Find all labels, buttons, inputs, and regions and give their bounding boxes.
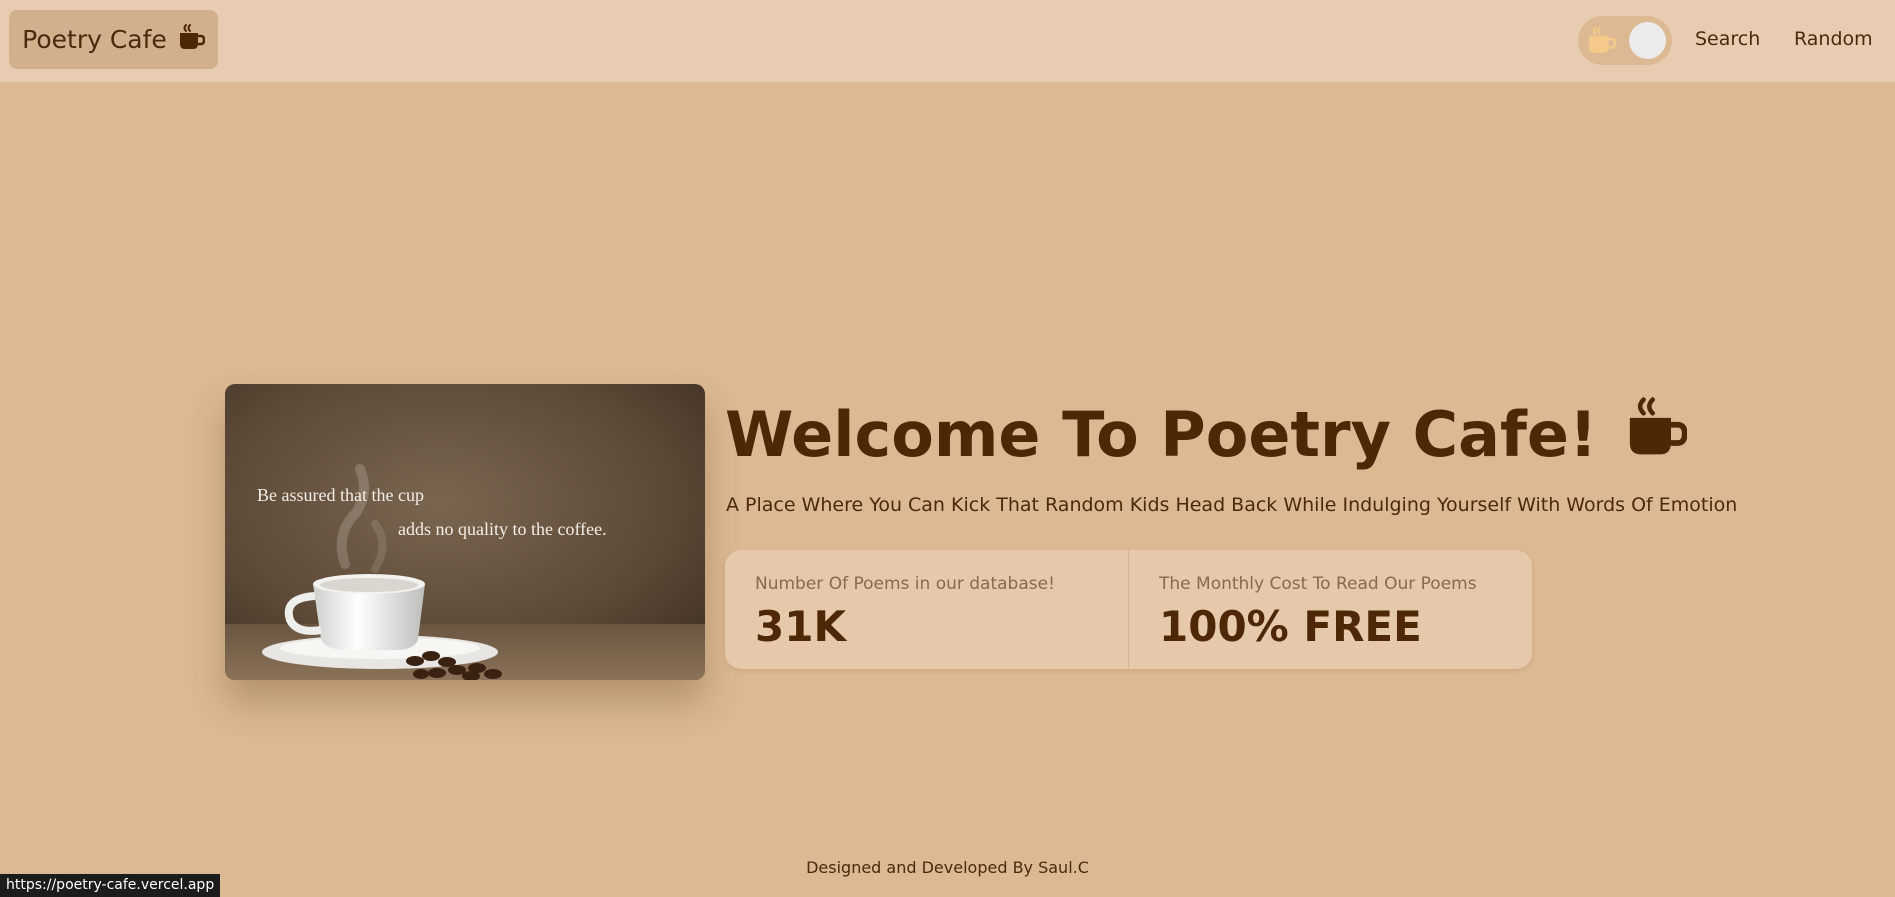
coffee-icon <box>1623 395 1688 474</box>
footer-credit: Designed and Developed By Saul.C <box>806 858 1089 877</box>
hero-image-quote-line-2: adds no quality to the coffee. <box>398 519 607 539</box>
stat-label: Number Of Poems in our database! <box>755 574 1055 594</box>
coffee-icon <box>1586 25 1617 59</box>
toggle-knob[interactable] <box>1629 22 1666 59</box>
page-title: Welcome To Poetry Cafe! <box>725 398 1598 471</box>
stat-value: 31K <box>755 602 846 651</box>
stat-value: 100% FREE <box>1159 602 1422 651</box>
coffee-icon <box>177 23 206 57</box>
nav-link-random[interactable]: Random <box>1794 28 1873 50</box>
status-bar-url: https://poetry-cafe.vercel.app <box>0 874 221 897</box>
brand-link[interactable]: Poetry Cafe <box>9 10 218 69</box>
theme-toggle[interactable] <box>1578 16 1672 65</box>
stat-poem-count: Number Of Poems in our database! 31K <box>725 550 1128 669</box>
stats-card: Number Of Poems in our database! 31K The… <box>725 550 1532 669</box>
nav-link-search[interactable]: Search <box>1695 28 1760 50</box>
stat-label: The Monthly Cost To Read Our Poems <box>1159 574 1477 594</box>
stat-monthly-cost: The Monthly Cost To Read Our Poems 100% … <box>1128 550 1532 669</box>
navbar: Poetry Cafe Search Random <box>0 0 1895 82</box>
hero-title-row: Welcome To Poetry Cafe! <box>725 395 1688 474</box>
hero-image: Be assured that the cup adds no quality … <box>225 384 705 680</box>
hero-image-quote-line-1: Be assured that the cup <box>257 485 424 505</box>
hero-subtitle: A Place Where You Can Kick That Random K… <box>726 494 1738 516</box>
brand-title: Poetry Cafe <box>22 25 167 54</box>
